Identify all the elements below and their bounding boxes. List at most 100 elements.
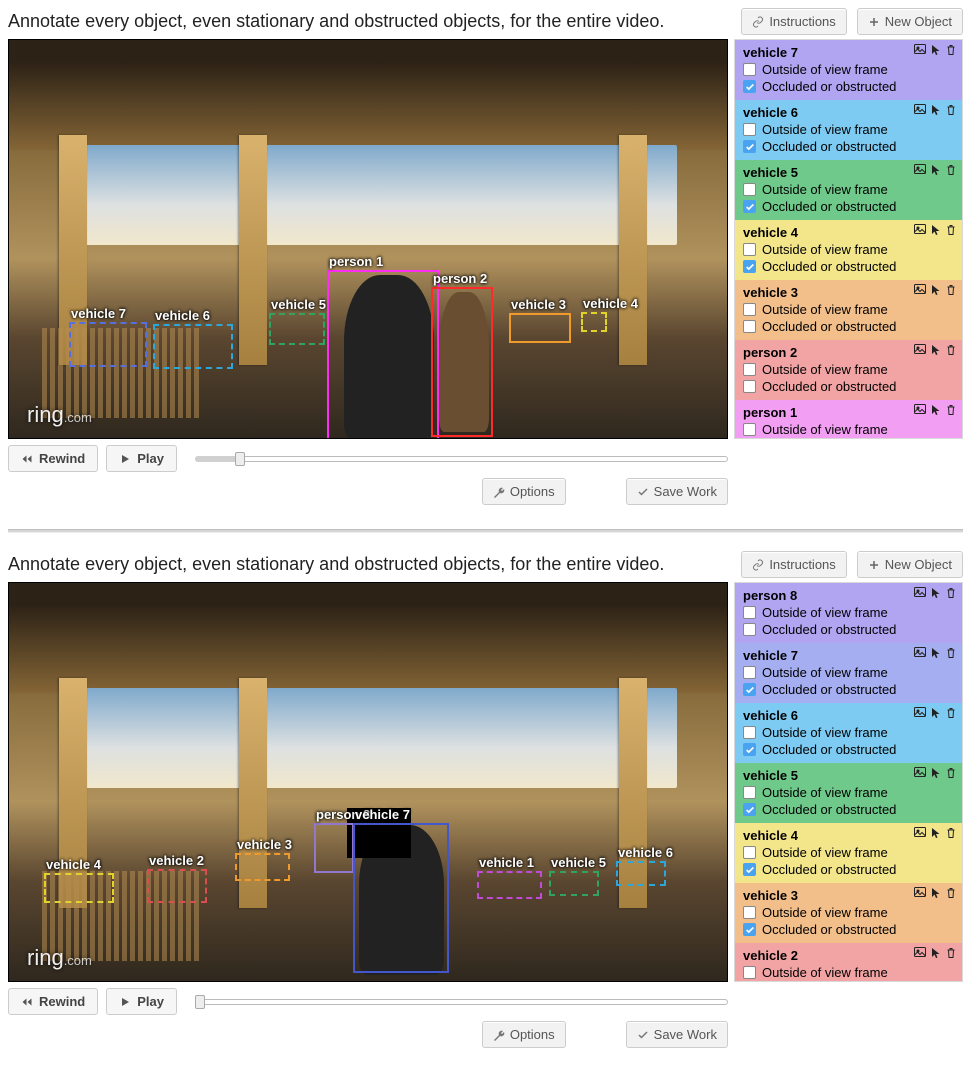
checkbox[interactable] (743, 666, 756, 679)
cursor-icon[interactable] (931, 44, 941, 56)
object-card[interactable]: vehicle 3 Outside of view frame Occluded… (735, 280, 962, 340)
picture-icon[interactable] (914, 404, 926, 416)
checkbox[interactable] (743, 923, 756, 936)
object-card[interactable]: vehicle 5 Outside of view frame Occluded… (735, 763, 962, 823)
checkbox[interactable] (743, 80, 756, 93)
outview-row[interactable]: Outside of view frame (743, 182, 954, 197)
checkbox[interactable] (743, 846, 756, 859)
checkbox[interactable] (743, 863, 756, 876)
trash-icon[interactable] (946, 827, 956, 839)
cursor-icon[interactable] (931, 404, 941, 416)
checkbox[interactable] (743, 123, 756, 136)
cursor-icon[interactable] (931, 104, 941, 116)
picture-icon[interactable] (914, 44, 926, 56)
occluded-row[interactable]: Occluded or obstructed (743, 199, 954, 214)
trash-icon[interactable] (946, 164, 956, 176)
checkbox[interactable] (743, 623, 756, 636)
trash-icon[interactable] (946, 44, 956, 56)
outview-row[interactable]: Outside of view frame (743, 665, 954, 680)
checkbox[interactable] (743, 726, 756, 739)
object-card[interactable]: person 1 Outside of view frame Occluded … (735, 400, 962, 439)
outview-row[interactable]: Outside of view frame (743, 122, 954, 137)
picture-icon[interactable] (914, 947, 926, 959)
timeline-slider[interactable] (195, 995, 728, 1009)
object-list[interactable]: person 8 Outside of view frame Occluded … (734, 582, 963, 982)
picture-icon[interactable] (914, 647, 926, 659)
object-card[interactable]: vehicle 4 Outside of view frame Occluded… (735, 823, 962, 883)
occluded-row[interactable]: Occluded or obstructed (743, 319, 954, 334)
outview-row[interactable]: Outside of view frame (743, 422, 954, 437)
checkbox[interactable] (743, 200, 756, 213)
trash-icon[interactable] (946, 224, 956, 236)
bounding-box[interactable]: vehicle 6 (153, 324, 233, 369)
checkbox[interactable] (743, 183, 756, 196)
rewind-button[interactable]: Rewind (8, 988, 98, 1015)
cursor-icon[interactable] (931, 827, 941, 839)
bounding-box[interactable]: vehicle 2 (147, 869, 207, 903)
save-work-button[interactable]: Save Work (626, 478, 728, 505)
trash-icon[interactable] (946, 284, 956, 296)
object-card[interactable]: person 8 Outside of view frame Occluded … (735, 583, 962, 643)
bounding-box[interactable]: person 8 (314, 823, 354, 873)
picture-icon[interactable] (914, 104, 926, 116)
picture-icon[interactable] (914, 827, 926, 839)
object-card[interactable]: vehicle 6 Outside of view frame Occluded… (735, 100, 962, 160)
outview-row[interactable]: Outside of view frame (743, 845, 954, 860)
checkbox[interactable] (743, 966, 756, 979)
occluded-row[interactable]: Occluded or obstructed (743, 79, 954, 94)
checkbox[interactable] (743, 363, 756, 376)
bounding-box[interactable]: vehicle 4 (44, 873, 114, 903)
outview-row[interactable]: Outside of view frame (743, 965, 954, 980)
bounding-box[interactable]: person 1 (327, 270, 439, 439)
new-object-button[interactable]: New Object (857, 551, 963, 578)
cursor-icon[interactable] (931, 947, 941, 959)
checkbox[interactable] (743, 243, 756, 256)
trash-icon[interactable] (946, 647, 956, 659)
checkbox[interactable] (743, 606, 756, 619)
picture-icon[interactable] (914, 767, 926, 779)
checkbox[interactable] (743, 63, 756, 76)
bounding-box[interactable]: vehicle 6 (616, 861, 666, 886)
bounding-box[interactable]: vehicle 5 (269, 313, 325, 345)
picture-icon[interactable] (914, 224, 926, 236)
picture-icon[interactable] (914, 707, 926, 719)
occluded-row[interactable]: Occluded or obstructed (743, 379, 954, 394)
picture-icon[interactable] (914, 164, 926, 176)
checkbox[interactable] (743, 303, 756, 316)
outview-row[interactable]: Outside of view frame (743, 242, 954, 257)
bounding-box[interactable]: person 2 (431, 287, 493, 437)
checkbox[interactable] (743, 423, 756, 436)
object-list[interactable]: vehicle 7 Outside of view frame Occluded… (734, 39, 963, 439)
checkbox[interactable] (743, 786, 756, 799)
outview-row[interactable]: Outside of view frame (743, 725, 954, 740)
checkbox[interactable] (743, 380, 756, 393)
options-button[interactable]: Options (482, 478, 566, 505)
video-frame[interactable]: vehicle 7 vehicle 6 vehicle 5 person 1 p… (8, 39, 728, 439)
occluded-row[interactable]: Occluded or obstructed (743, 862, 954, 877)
options-button[interactable]: Options (482, 1021, 566, 1048)
cursor-icon[interactable] (931, 587, 941, 599)
occluded-row[interactable]: Occluded or obstructed (743, 922, 954, 937)
bounding-box[interactable]: vehicle 7 (353, 823, 449, 973)
outview-row[interactable]: Outside of view frame (743, 362, 954, 377)
object-card[interactable]: vehicle 3 Outside of view frame Occluded… (735, 883, 962, 943)
occluded-row[interactable]: Occluded or obstructed (743, 802, 954, 817)
picture-icon[interactable] (914, 344, 926, 356)
object-card[interactable]: vehicle 7 Outside of view frame Occluded… (735, 643, 962, 703)
checkbox[interactable] (743, 743, 756, 756)
instructions-button[interactable]: Instructions (741, 551, 846, 578)
outview-row[interactable]: Outside of view frame (743, 905, 954, 920)
bounding-box[interactable]: vehicle 3 (509, 313, 571, 343)
trash-icon[interactable] (946, 404, 956, 416)
occluded-row[interactable]: Occluded or obstructed (743, 742, 954, 757)
outview-row[interactable]: Outside of view frame (743, 302, 954, 317)
save-work-button[interactable]: Save Work (626, 1021, 728, 1048)
trash-icon[interactable] (946, 707, 956, 719)
play-button[interactable]: Play (106, 988, 177, 1015)
object-card[interactable]: vehicle 4 Outside of view frame Occluded… (735, 220, 962, 280)
new-object-button[interactable]: New Object (857, 8, 963, 35)
bounding-box[interactable]: vehicle 7 (69, 322, 147, 367)
checkbox[interactable] (743, 140, 756, 153)
object-card[interactable]: vehicle 5 Outside of view frame Occluded… (735, 160, 962, 220)
occluded-row[interactable]: Occluded or obstructed (743, 139, 954, 154)
